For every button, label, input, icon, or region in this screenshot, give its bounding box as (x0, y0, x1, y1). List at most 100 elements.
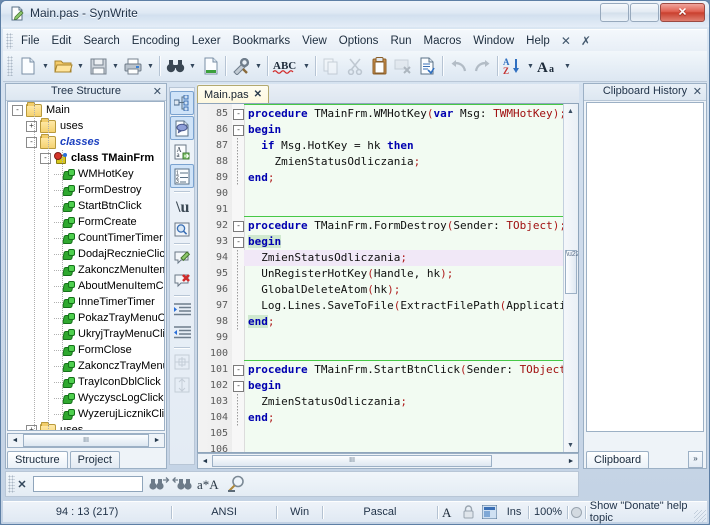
search-input[interactable] (33, 476, 143, 492)
toolbar-grip[interactable] (7, 56, 13, 76)
comment-delete-icon[interactable] (171, 270, 193, 292)
menu-item-bookmarks[interactable]: Bookmarks (227, 32, 297, 50)
resize-grip[interactable] (694, 510, 706, 522)
code-folding-column[interactable] (232, 104, 245, 452)
open-file-dropdown-arrow[interactable]: ▼ (75, 54, 86, 78)
tree-expander[interactable]: - (40, 152, 51, 164)
save-file-dropdown-arrow[interactable]: ▼ (110, 54, 121, 78)
tree-node[interactable]: DodajRecznieClick (8, 246, 164, 262)
more-tabs-button[interactable]: » (688, 451, 703, 468)
menu-item-edit[interactable]: Edit (46, 32, 78, 50)
scroll-thumb[interactable]: III (212, 455, 492, 467)
properties-button[interactable] (415, 54, 439, 78)
tree-node[interactable]: TrayIconDblClick (8, 374, 164, 390)
close-tab-icon[interactable]: ✕ (556, 31, 576, 51)
menu-grip[interactable] (6, 33, 13, 49)
scroll-down-button[interactable]: ▼ (564, 438, 577, 452)
tree-node[interactable]: PokazTrayMenuClick (8, 310, 164, 326)
paste-button[interactable] (367, 54, 391, 78)
tree-expander[interactable]: + (26, 120, 37, 132)
encoding-indicator[interactable]: ANSI (172, 503, 276, 521)
tree-node[interactable]: - class TMainFrm (8, 150, 164, 166)
menu-item-run[interactable]: Run (384, 32, 417, 50)
indent-increase-icon[interactable] (171, 299, 193, 321)
fold-toggle[interactable]: - (233, 365, 244, 376)
menu-item-search[interactable]: Search (77, 32, 125, 50)
find-button[interactable] (163, 54, 187, 78)
close-all-tabs-icon[interactable]: ✗ (576, 31, 596, 51)
fold-toggle[interactable]: - (233, 221, 244, 232)
find-dropdown-arrow[interactable]: ▼ (187, 54, 198, 78)
menu-item-macros[interactable]: Macros (418, 32, 468, 50)
find-next-button[interactable] (147, 474, 171, 494)
minimize-button[interactable] (600, 3, 629, 22)
tree-node[interactable]: WyczyscLogClick (8, 390, 164, 406)
close-icon[interactable]: ✕ (693, 85, 702, 98)
editor-horizontal-scrollbar[interactable]: ◄ III ► (197, 453, 579, 469)
font-icon[interactable]: A (438, 503, 459, 521)
menu-item-options[interactable]: Options (333, 32, 385, 50)
menu-item-help[interactable]: Help (520, 32, 556, 50)
goto-button[interactable] (198, 54, 222, 78)
print-dropdown-arrow[interactable]: ▼ (145, 54, 156, 78)
insert-mode-indicator[interactable]: Ins (500, 503, 528, 521)
tree-node[interactable]: StartBtnClick (8, 198, 164, 214)
open-file-button[interactable] (51, 54, 75, 78)
print-button[interactable] (121, 54, 145, 78)
scroll-thumb[interactable]: III (23, 434, 149, 447)
tools-dropdown-arrow[interactable]: ▼ (253, 54, 264, 78)
tree-node[interactable]: CountTimerTimer (8, 230, 164, 246)
indent-decrease-icon[interactable] (171, 322, 193, 344)
font-dropdown-arrow[interactable]: ▼ (562, 54, 573, 78)
lock-icon[interactable] (458, 503, 479, 521)
tree-node[interactable]: WMHotKey (8, 166, 164, 182)
scroll-left-button[interactable]: ◄ (198, 455, 212, 468)
maximize-button[interactable] (630, 3, 659, 22)
editor-tab-main-pas[interactable]: Main.pas ✕ (197, 85, 270, 103)
tree-node[interactable]: AboutMenuItemClick (8, 278, 164, 294)
new-file-dropdown-arrow[interactable]: ▼ (40, 54, 51, 78)
align-horizontal-icon[interactable] (171, 351, 193, 373)
tools-button[interactable] (229, 54, 253, 78)
tree-nodes-icon[interactable] (170, 91, 194, 115)
tree-node[interactable]: UkryjTrayMenuClick (8, 326, 164, 342)
numbered-list-icon[interactable]: 123 (170, 164, 194, 188)
menu-item-view[interactable]: View (296, 32, 333, 50)
pilcrow-icon[interactable]: \u00b6 (171, 195, 193, 217)
tree-expander[interactable]: - (26, 136, 37, 148)
sort-button[interactable]: AZ (501, 54, 525, 78)
scroll-right-button[interactable]: ► (150, 434, 164, 447)
fold-toggle[interactable]: - (233, 381, 244, 392)
tab-project[interactable]: Project (69, 451, 120, 468)
line-endings-indicator[interactable]: Win (277, 503, 322, 521)
cut-button[interactable] (343, 54, 367, 78)
tree-node[interactable]: + uses (8, 421, 164, 430)
menu-item-encoding[interactable]: Encoding (126, 32, 186, 50)
tree-node[interactable]: WyzerujLicznikClick (8, 406, 164, 422)
close-icon[interactable]: ✕ (153, 85, 162, 98)
new-file-button[interactable] (16, 54, 40, 78)
redo-button[interactable] (470, 54, 494, 78)
character-map-icon[interactable]: Aa (171, 141, 193, 163)
tree-node[interactable]: InneTimerTimer (8, 294, 164, 310)
copy-button[interactable] (319, 54, 343, 78)
fold-toggle[interactable]: - (233, 125, 244, 136)
undo-button[interactable] (446, 54, 470, 78)
menu-item-file[interactable]: File (15, 32, 46, 50)
tree-node[interactable]: FormClose (8, 342, 164, 358)
scroll-left-button[interactable]: ◄ (8, 434, 22, 447)
menu-item-lexer[interactable]: Lexer (186, 32, 227, 50)
fold-toggle[interactable]: - (233, 237, 244, 248)
lexer-indicator[interactable]: Pascal (323, 503, 436, 521)
font-button[interactable]: Aa (536, 54, 562, 78)
align-vertical-icon[interactable] (171, 374, 193, 396)
document-comment-icon[interactable] (170, 116, 194, 140)
tree-node[interactable]: ZakonczTrayMenuClick (8, 358, 164, 374)
scroll-up-button[interactable]: ▲ (564, 104, 577, 118)
menu-item-window[interactable]: Window (467, 32, 520, 50)
code-editor[interactable]: 85- procedure TMainFrm.WMHotKey(var Msg: … (197, 103, 579, 453)
tree-node[interactable]: - Main (8, 102, 164, 118)
sort-dropdown-arrow[interactable]: ▼ (525, 54, 536, 78)
delete-button[interactable] (391, 54, 415, 78)
tab-clipboard[interactable]: Clipboard (586, 451, 650, 468)
